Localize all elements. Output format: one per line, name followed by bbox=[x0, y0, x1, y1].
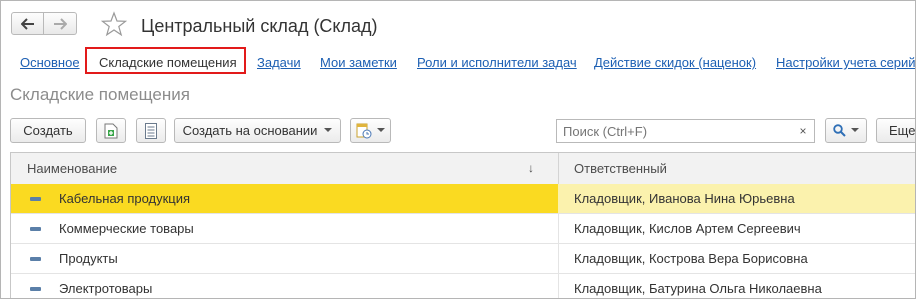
cell-name: Коммерческие товары bbox=[59, 221, 194, 236]
create-based-on-button[interactable]: Создать на основании bbox=[174, 118, 341, 143]
document-clock-icon bbox=[356, 123, 372, 138]
copy-button[interactable] bbox=[96, 118, 126, 143]
tab-roles[interactable]: Роли и исполнители задач bbox=[417, 55, 577, 70]
cell-responsible: Кладовщик, Иванова Нина Юрьевна bbox=[574, 191, 795, 206]
cell-name: Продукты bbox=[59, 251, 118, 266]
create-button[interactable]: Создать bbox=[10, 118, 86, 143]
dropdown-arrow-icon bbox=[324, 128, 333, 132]
search-icon bbox=[833, 124, 846, 137]
cell-responsible: Кладовщик, Кострова Вера Борисовна bbox=[574, 251, 808, 266]
column-header-name[interactable]: Наименование bbox=[27, 153, 117, 184]
tab-series-settings[interactable]: Настройки учета серий bbox=[776, 55, 915, 70]
create-based-on-label: Создать на основании bbox=[182, 123, 318, 138]
star-icon bbox=[100, 11, 128, 37]
table-row[interactable]: Продукты Кладовщик, Кострова Вера Борисо… bbox=[11, 244, 915, 274]
cell-name: Кабельная продукция bbox=[59, 191, 191, 206]
clear-icon: × bbox=[799, 124, 807, 138]
column-divider bbox=[558, 153, 559, 184]
search-options-button[interactable] bbox=[825, 118, 867, 143]
arrow-right-icon bbox=[54, 17, 67, 30]
arrow-left-icon bbox=[20, 17, 34, 30]
cell-responsible: Кладовщик, Батурина Ольга Николаевна bbox=[574, 281, 822, 296]
dropdown-arrow-icon bbox=[377, 128, 385, 132]
table-header: Наименование ↓ Ответственный bbox=[11, 153, 915, 185]
active-tab-highlight bbox=[85, 47, 246, 74]
report-menu-button[interactable] bbox=[350, 118, 391, 143]
column-divider bbox=[558, 244, 559, 273]
storage-rooms-table: Наименование ↓ Ответственный Кабельная п… bbox=[10, 152, 915, 298]
search-clear-button[interactable]: × bbox=[792, 119, 815, 143]
tab-tasks[interactable]: Задачи bbox=[257, 55, 301, 70]
navigation-buttons bbox=[11, 12, 77, 35]
cell-responsible: Кладовщик, Кислов Артем Сергеевич bbox=[574, 221, 801, 236]
form-title: Центральный склад (Склад) bbox=[141, 16, 378, 36]
item-icon bbox=[30, 197, 41, 201]
tab-my-notes[interactable]: Мои заметки bbox=[320, 55, 397, 70]
column-header-responsible[interactable]: Ответственный bbox=[574, 153, 667, 184]
tab-main[interactable]: Основное bbox=[20, 55, 80, 70]
create-button-label: Создать bbox=[23, 123, 73, 138]
item-icon bbox=[30, 287, 41, 291]
column-divider bbox=[558, 274, 559, 298]
list-icon bbox=[145, 122, 157, 139]
list-button[interactable] bbox=[136, 118, 166, 143]
favorite-button[interactable] bbox=[100, 11, 128, 40]
dropdown-arrow-icon bbox=[851, 128, 859, 132]
back-button[interactable] bbox=[11, 12, 44, 35]
column-divider bbox=[558, 214, 559, 243]
table-row[interactable]: Коммерческие товары Кладовщик, Кислов Ар… bbox=[11, 214, 915, 244]
sort-arrow-icon: ↓ bbox=[528, 161, 534, 175]
more-button[interactable]: Еще bbox=[876, 118, 916, 143]
tab-discounts[interactable]: Действие скидок (наценок) bbox=[594, 55, 756, 70]
forward-button[interactable] bbox=[44, 12, 77, 35]
table-row[interactable]: Кабельная продукция Кладовщик, Иванова Н… bbox=[11, 184, 915, 214]
cell-name: Электротовары bbox=[59, 281, 153, 296]
search-input[interactable] bbox=[556, 119, 793, 143]
form-window: Центральный склад (Склад) Основное Склад… bbox=[0, 0, 916, 299]
item-icon bbox=[30, 227, 41, 231]
copy-icon bbox=[104, 123, 118, 138]
table-row[interactable]: Электротовары Кладовщик, Батурина Ольга … bbox=[11, 274, 915, 298]
section-title: Складские помещения bbox=[10, 85, 190, 104]
more-button-label: Еще bbox=[889, 123, 916, 138]
item-icon bbox=[30, 257, 41, 261]
